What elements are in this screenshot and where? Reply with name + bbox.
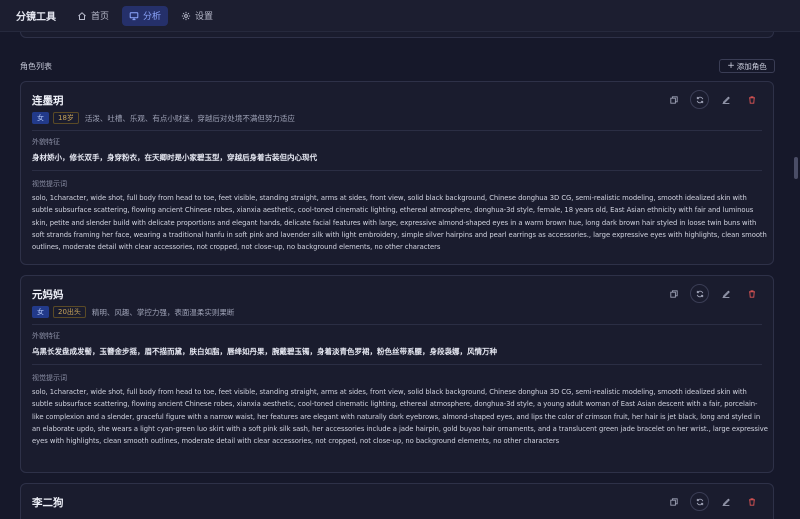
personality-text: 活泼、吐槽、乐观、有点小财迷，穿越后对处境不满但努力适应 [84, 113, 295, 123]
character-name: 元妈妈 [32, 289, 64, 301]
top-bar: 分镜工具 首页 分析 设置 [0, 0, 800, 32]
plus-icon: + [727, 60, 735, 71]
refresh-icon [696, 290, 703, 297]
age-tag: 18岁 [53, 112, 79, 124]
edit-icon [722, 290, 730, 298]
divider [32, 130, 762, 131]
copy-icon [669, 289, 678, 298]
content-area[interactable]: 角色列表 + 添加角色 连墨玥 女 18岁 活泼、吐槽、乐观、有点小财迷，穿越后… [0, 32, 800, 519]
copy-icon [669, 95, 678, 104]
character-meta: 女 20出头 精明、风趣、掌控力强，表面温柔实则果断 [32, 306, 234, 318]
nav-settings-label: 设置 [195, 12, 214, 22]
home-icon [78, 11, 86, 20]
prompt-label: 视觉提示词 [32, 374, 67, 382]
gender-tag: 女 [32, 306, 49, 318]
character-name: 李二狗 [32, 497, 64, 509]
edit-button[interactable] [716, 284, 735, 303]
trash-icon [748, 289, 755, 298]
scrollbar-thumb[interactable] [794, 157, 798, 179]
card-actions [657, 284, 761, 303]
delete-button[interactable] [742, 492, 761, 511]
divider [32, 324, 762, 325]
nav-settings[interactable]: 设置 [174, 6, 220, 26]
add-character-button[interactable]: + 添加角色 [719, 59, 775, 73]
nav-analysis-label: 分析 [143, 12, 162, 22]
gender-tag: 女 [32, 112, 49, 124]
age-tag: 20出头 [53, 306, 86, 318]
personality-text: 精明、风趣、掌控力强，表面温柔实则果断 [91, 307, 235, 317]
prompt-text: solo, 1character, wide shot, full body f… [32, 194, 767, 252]
app-title: 分镜工具 [16, 12, 56, 23]
edit-icon [722, 498, 730, 506]
regenerate-button[interactable] [690, 492, 709, 511]
monitor-icon [129, 11, 139, 20]
add-character-label: 添加角色 [736, 61, 767, 71]
regenerate-button[interactable] [690, 284, 709, 303]
edit-icon [722, 96, 730, 104]
character-card: 李二狗 [20, 483, 774, 519]
edit-button[interactable] [716, 90, 735, 109]
delete-button[interactable] [742, 90, 761, 109]
character-card: 元妈妈 女 20出头 精明、风趣、掌控力强，表面温柔实则果断 外貌特征 乌黑长发… [20, 275, 774, 473]
divider [32, 364, 762, 365]
regenerate-button[interactable] [690, 90, 709, 109]
copy-icon [669, 497, 678, 506]
trash-icon [748, 95, 755, 104]
prompt-text: solo, 1character, wide shot, full body f… [32, 388, 768, 446]
trash-icon [748, 497, 755, 506]
character-meta: 女 18岁 活泼、吐槽、乐观、有点小财迷，穿越后对处境不满但努力适应 [32, 112, 295, 124]
nav-analysis[interactable]: 分析 [122, 5, 169, 26]
previous-card-edge [20, 32, 774, 38]
card-actions [657, 90, 761, 109]
character-name: 连墨玥 [32, 95, 64, 107]
character-card: 连墨玥 女 18岁 活泼、吐槽、乐观、有点小财迷，穿越后对处境不满但努力适应 外… [20, 81, 774, 265]
appearance-text: 乌黑长发盘成发髻，玉簪金步摇，眉不描而黛，肤白如脂，唇绛如丹果，腕戴碧玉镯，身着… [32, 347, 497, 356]
refresh-icon [696, 96, 703, 103]
nav-home[interactable]: 首页 [70, 6, 116, 26]
nav-home-label: 首页 [91, 12, 110, 22]
section-title: 角色列表 [20, 62, 52, 71]
delete-button[interactable] [742, 284, 761, 303]
refresh-icon [696, 498, 703, 505]
copy-button[interactable] [664, 492, 683, 511]
card-actions [657, 492, 761, 511]
copy-button[interactable] [664, 90, 683, 109]
edit-button[interactable] [716, 492, 735, 511]
appearance-text: 身材娇小，修长双手，身穿粉衣，在天卿时是小家碧玉型，穿越后身着古装但内心现代 [32, 153, 317, 162]
copy-button[interactable] [664, 284, 683, 303]
appearance-label: 外貌特征 [32, 332, 60, 340]
divider [32, 170, 762, 171]
gear-icon [181, 11, 191, 20]
appearance-label: 外貌特征 [32, 138, 60, 146]
prompt-label: 视觉提示词 [32, 180, 67, 188]
